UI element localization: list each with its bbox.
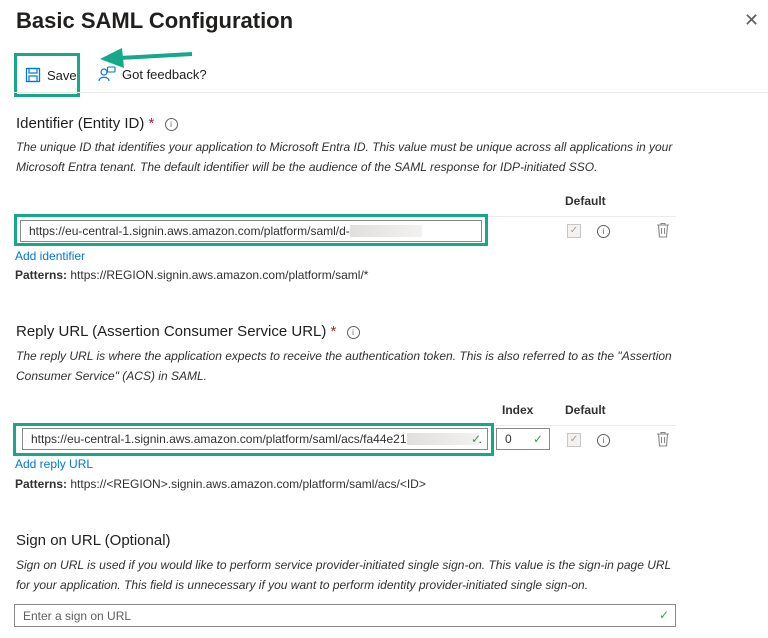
delete-icon[interactable] xyxy=(656,222,670,238)
signon-title: Sign on URL (Optional) xyxy=(16,532,171,549)
reply-title: Reply URL (Assertion Consumer Service UR… xyxy=(16,323,360,340)
identifier-default-checkbox[interactable]: ✓ xyxy=(567,224,581,238)
add-reply-url-link[interactable]: Add reply URL xyxy=(15,457,93,471)
save-label: Save xyxy=(47,67,77,83)
feedback-icon xyxy=(98,66,116,82)
identifier-title: Identifier (Entity ID) * i xyxy=(16,115,178,132)
required-mark: * xyxy=(148,115,155,132)
reply-index-header: Index xyxy=(502,403,534,417)
valid-check-icon: ✓ xyxy=(532,432,543,446)
identifier-default-info-icon[interactable]: i xyxy=(597,225,610,238)
signon-placeholder: Enter a sign on URL xyxy=(23,608,132,623)
signon-description: Sign on URL is used if you would like to… xyxy=(16,558,672,592)
page-title: Basic SAML Configuration xyxy=(16,8,294,33)
close-icon[interactable]: ✕ xyxy=(744,10,759,31)
reply-patterns: Patterns: https://<REGION>.signin.aws.am… xyxy=(15,477,426,491)
add-identifier-link[interactable]: Add identifier xyxy=(15,249,85,263)
reply-default-header: Default xyxy=(565,403,606,417)
reply-default-info-icon[interactable]: i xyxy=(597,434,610,447)
identifier-description: The unique ID that identifies your appli… xyxy=(16,140,673,174)
info-icon[interactable]: i xyxy=(346,325,360,339)
valid-check-icon: ✓ xyxy=(470,432,481,446)
identifier-default-header: Default xyxy=(565,194,606,208)
feedback-label: Got feedback? xyxy=(122,66,207,82)
redacted-text xyxy=(406,433,479,445)
toolbar-divider xyxy=(14,92,768,93)
reply-index-input[interactable]: 0 ✓ xyxy=(496,428,550,450)
reply-url-input[interactable]: https://eu-central-1.signin.aws.amazon.c… xyxy=(22,428,488,450)
redacted-text xyxy=(349,225,422,237)
save-icon xyxy=(25,67,41,83)
feedback-button[interactable]: Got feedback? xyxy=(98,66,207,82)
required-mark: * xyxy=(330,323,337,340)
identifier-patterns: Patterns: https://REGION.signin.aws.amaz… xyxy=(15,268,369,282)
save-button[interactable]: Save xyxy=(14,53,80,97)
reply-description: The reply URL is where the application e… xyxy=(16,349,672,383)
identifier-input[interactable]: https://eu-central-1.signin.aws.amazon.c… xyxy=(20,220,482,242)
info-icon[interactable]: i xyxy=(164,117,178,131)
delete-icon[interactable] xyxy=(656,431,670,447)
reply-default-checkbox[interactable]: ✓ xyxy=(567,433,581,447)
valid-check-icon: ✓ xyxy=(658,608,669,622)
signon-url-input[interactable]: Enter a sign on URL ✓ xyxy=(14,604,676,627)
